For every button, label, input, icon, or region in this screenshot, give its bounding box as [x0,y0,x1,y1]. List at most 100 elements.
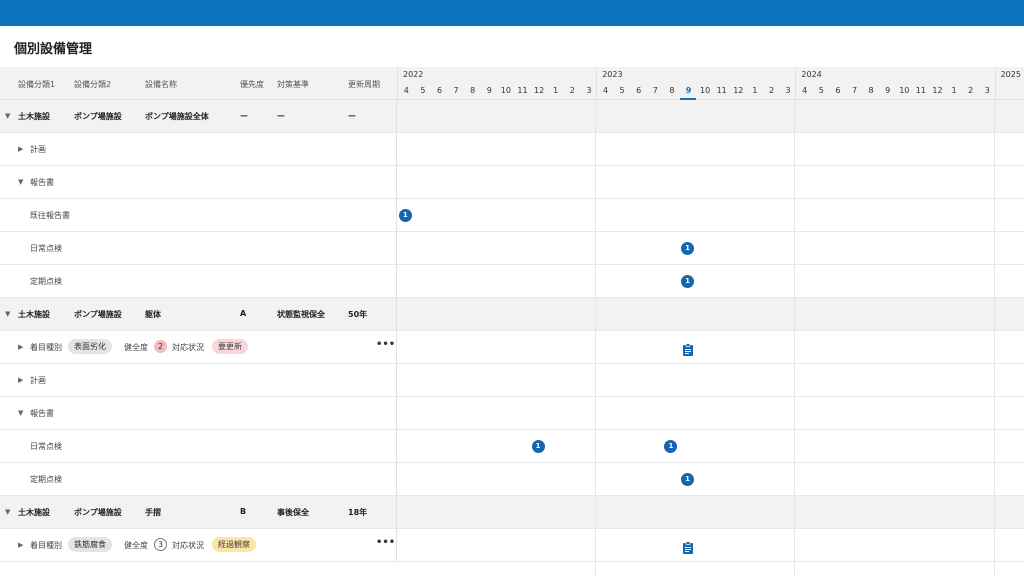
month-label[interactable]: 11 [913,86,930,95]
report-count-marker[interactable]: 1 [681,275,694,288]
expand-toggle-icon[interactable]: ▼ [18,409,23,417]
month-label-current[interactable]: 9 [680,86,697,95]
table-row: ▼ 土木施設 ポンプ場施設 手摺 B 事後保全 18年 [0,496,1024,529]
col-header-cycle[interactable]: 更新周期 [348,79,380,90]
month-label[interactable]: 8 [464,86,481,95]
report-count-marker[interactable]: 1 [681,473,694,486]
defect-type-tag: 鉄筋腐食 [68,537,112,552]
collapse-toggle-icon[interactable]: ▶ [18,376,23,384]
year-label: 2024 [801,70,822,79]
month-label[interactable]: 6 [630,86,647,95]
cell-name: ポンプ場施設全体 [145,112,209,121]
month-label[interactable]: 8 [664,86,681,95]
month-label[interactable]: 4 [597,86,614,95]
collapse-toggle-icon[interactable]: ▶ [18,343,23,351]
timeline-header: 2022 4 5 6 7 8 9 10 11 12 1 2 3 2023 4 5 6 7 8 9 10 11 12 1 2 3 20… [397,67,1024,100]
col-header-name[interactable]: 設備名称 [145,79,177,90]
cell-priority: ー [240,112,248,121]
table-row: 定期点検 [0,463,1024,496]
month-label[interactable]: 2 [564,86,581,95]
month-label[interactable]: 10 [896,86,913,95]
cell-standard: ー [277,112,285,121]
section-label[interactable]: 計画 [30,144,46,155]
month-label[interactable]: 10 [697,86,714,95]
col-header-standard[interactable]: 対策基準 [277,79,309,90]
month-label[interactable]: 3 [979,86,996,95]
expand-toggle-icon[interactable]: ▼ [5,310,10,318]
row-left: 定期点検 [0,463,397,496]
cell-name: 躯体 [145,310,161,319]
cell-priority: A [240,309,247,318]
attr-label: 着目種別 [30,541,62,550]
report-count-marker[interactable]: 1 [681,242,694,255]
row-left: ▼ 報告書 [0,397,397,430]
month-label[interactable]: 9 [481,86,498,95]
year-divider [596,67,598,100]
more-options-icon[interactable]: ••• [376,339,395,350]
item-label[interactable]: 定期点検 [30,276,62,287]
item-label[interactable]: 定期点検 [30,474,62,485]
month-label[interactable]: 4 [796,86,813,95]
month-label[interactable]: 5 [415,86,432,95]
health-score-badge: 3 [154,538,167,551]
table-row: ▼ 土木施設 ポンプ場施設 躯体 A 状態監視保全 50年 [0,298,1024,331]
year-label: 2025 [1000,70,1021,79]
cell-cycle: ー [348,112,356,121]
month-label[interactable]: 9 [879,86,896,95]
cell-cat1: 土木施設 [18,112,50,121]
item-label[interactable]: 日常点検 [30,441,62,452]
table-row: ▶ 計画 [0,364,1024,397]
section-label[interactable]: 計画 [30,375,46,386]
clipboard-icon[interactable] [682,539,694,554]
month-label[interactable]: 1 [747,86,764,95]
row-left: ▼ 報告書 [0,166,397,199]
col-header-priority[interactable]: 優先度 [240,79,264,90]
row-left: ▶ 着目種別 表面劣化 健全度 2 対応状況 要更新 ••• [0,331,397,364]
year-divider [794,100,796,576]
report-count-marker[interactable]: 1 [398,209,412,222]
table-row: ▶ 着目種別 鉄筋腐食 健全度 3 対応状況 経過観察 ••• [0,529,1024,562]
month-label[interactable]: 7 [647,86,664,95]
month-label[interactable]: 12 [730,86,747,95]
month-label[interactable]: 3 [581,86,598,95]
month-label[interactable]: 5 [813,86,830,95]
month-label[interactable]: 2 [763,86,780,95]
row-left: 定期点検 [0,265,397,298]
section-label[interactable]: 報告書 [30,408,54,419]
expand-toggle-icon[interactable]: ▼ [5,508,10,516]
month-label[interactable]: 1 [547,86,564,95]
more-options-icon[interactable]: ••• [376,537,395,548]
month-label[interactable]: 2 [962,86,979,95]
month-label[interactable]: 7 [846,86,863,95]
cell-standard: 事後保全 [277,508,309,517]
cell-priority: B [240,507,247,516]
month-label[interactable]: 10 [498,86,515,95]
month-label[interactable]: 11 [514,86,531,95]
month-label[interactable]: 12 [929,86,946,95]
year-divider [993,100,995,576]
month-label[interactable]: 12 [531,86,548,95]
expand-toggle-icon[interactable]: ▼ [5,112,10,120]
clipboard-icon[interactable] [682,341,694,356]
month-label[interactable]: 7 [448,86,465,95]
expand-toggle-icon[interactable]: ▼ [18,178,23,186]
month-label[interactable]: 8 [863,86,880,95]
year-label: 2023 [602,70,623,79]
cell-cat1: 土木施設 [18,508,50,517]
month-label[interactable]: 3 [780,86,797,95]
collapse-toggle-icon[interactable]: ▶ [18,541,23,549]
report-count-marker[interactable]: 1 [531,440,545,453]
section-label[interactable]: 報告書 [30,177,54,188]
month-label[interactable]: 5 [614,86,631,95]
month-label[interactable]: 6 [431,86,448,95]
month-label[interactable]: 4 [398,86,415,95]
month-label[interactable]: 6 [830,86,847,95]
item-label[interactable]: 既往報告書 [30,210,70,221]
collapse-toggle-icon[interactable]: ▶ [18,145,23,153]
month-label[interactable]: 1 [946,86,963,95]
health-label: 健全度 [124,541,148,550]
col-header-cat2[interactable]: 設備分類2 [74,79,111,90]
col-header-cat1[interactable]: 設備分類1 [18,79,55,90]
item-label[interactable]: 日常点検 [30,243,62,254]
month-label[interactable]: 11 [713,86,730,95]
